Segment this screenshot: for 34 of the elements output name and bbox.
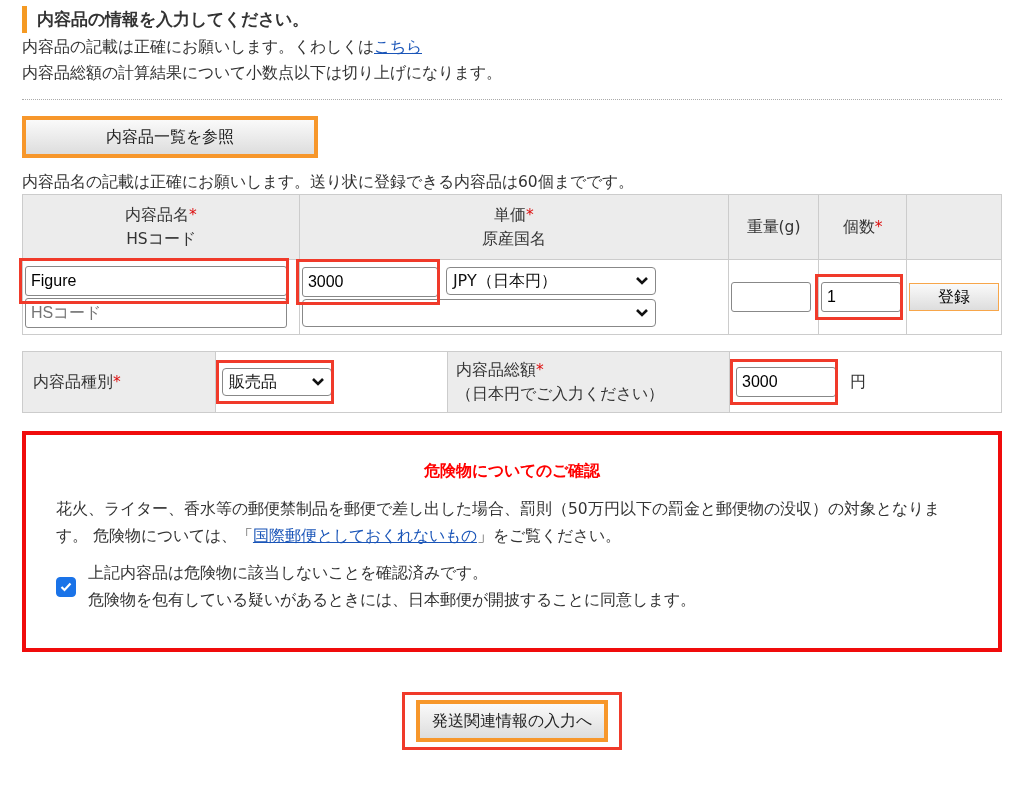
next-step-button[interactable]: 発送関連情報の入力へ bbox=[416, 700, 608, 742]
prohibited-items-link[interactable]: 国際郵便としておくれないもの bbox=[252, 527, 477, 545]
details-link[interactable]: こちら bbox=[374, 38, 422, 56]
total-label: 内容品総額* （日本円でご入力ください） bbox=[447, 351, 730, 413]
confirm-checkbox[interactable] bbox=[56, 577, 76, 597]
item-type-select[interactable]: 販売品 bbox=[222, 368, 332, 396]
country-select[interactable] bbox=[301, 299, 656, 327]
weight-field[interactable] bbox=[731, 282, 812, 312]
column-header: 内容品名* HSコード bbox=[22, 194, 300, 260]
column-header: 個数* bbox=[818, 194, 907, 260]
confirm-text: 上記内容品は危険物に該当しないことを確認済みです。 bbox=[88, 563, 489, 584]
checkmark-icon bbox=[60, 582, 72, 592]
warning-text: 花火、ライター、香水等の郵便禁制品を郵便で差し出した場合、罰則（50万円以下の罰金と郵便物の没収）の対象となります。 危険物については、「国際郵便としておくれないもの」をご覧ください。 bbox=[56, 499, 941, 547]
currency-select[interactable]: JPY（日本円） bbox=[445, 267, 656, 295]
column-header: 重量(g) bbox=[728, 194, 819, 260]
item-name-field[interactable]: Figure bbox=[25, 266, 287, 296]
chevron-down-icon bbox=[311, 377, 325, 387]
register-button[interactable]: 登録 bbox=[909, 283, 999, 311]
total-amount-field[interactable]: 3000 bbox=[736, 367, 836, 397]
chevron-down-icon bbox=[634, 276, 649, 286]
warning-title: 危険物についてのご確認 bbox=[423, 461, 601, 482]
column-header: 単価* 原産国名 bbox=[299, 194, 729, 260]
chevron-down-icon bbox=[634, 308, 649, 318]
browse-items-button[interactable]: 内容品一覧を参照 bbox=[22, 116, 318, 158]
unit-price-field[interactable]: 3000 bbox=[301, 267, 438, 297]
item-name-note: 内容品名の記載は正確にお願いします。送り状に登録できる内容品は60個までです。 bbox=[22, 172, 635, 193]
confirm-text: 危険物を包有している疑いがあるときには、日本郵便が開披することに同意します。 bbox=[88, 590, 696, 611]
rounding-note: 内容品総額の計算結果について小数点以下は切り上げになります。 bbox=[22, 63, 503, 84]
hs-code-field[interactable]: HSコード bbox=[25, 298, 287, 328]
yen-unit: 円 bbox=[850, 371, 866, 393]
section-heading: 内容品の情報を入力してください。 bbox=[22, 6, 1002, 33]
intro-text: 内容品の記載は正確にお願いします。くわしくはこちら bbox=[22, 37, 423, 58]
item-type-label: 内容品種別* bbox=[22, 351, 216, 413]
quantity-field[interactable]: 1 bbox=[821, 282, 901, 312]
